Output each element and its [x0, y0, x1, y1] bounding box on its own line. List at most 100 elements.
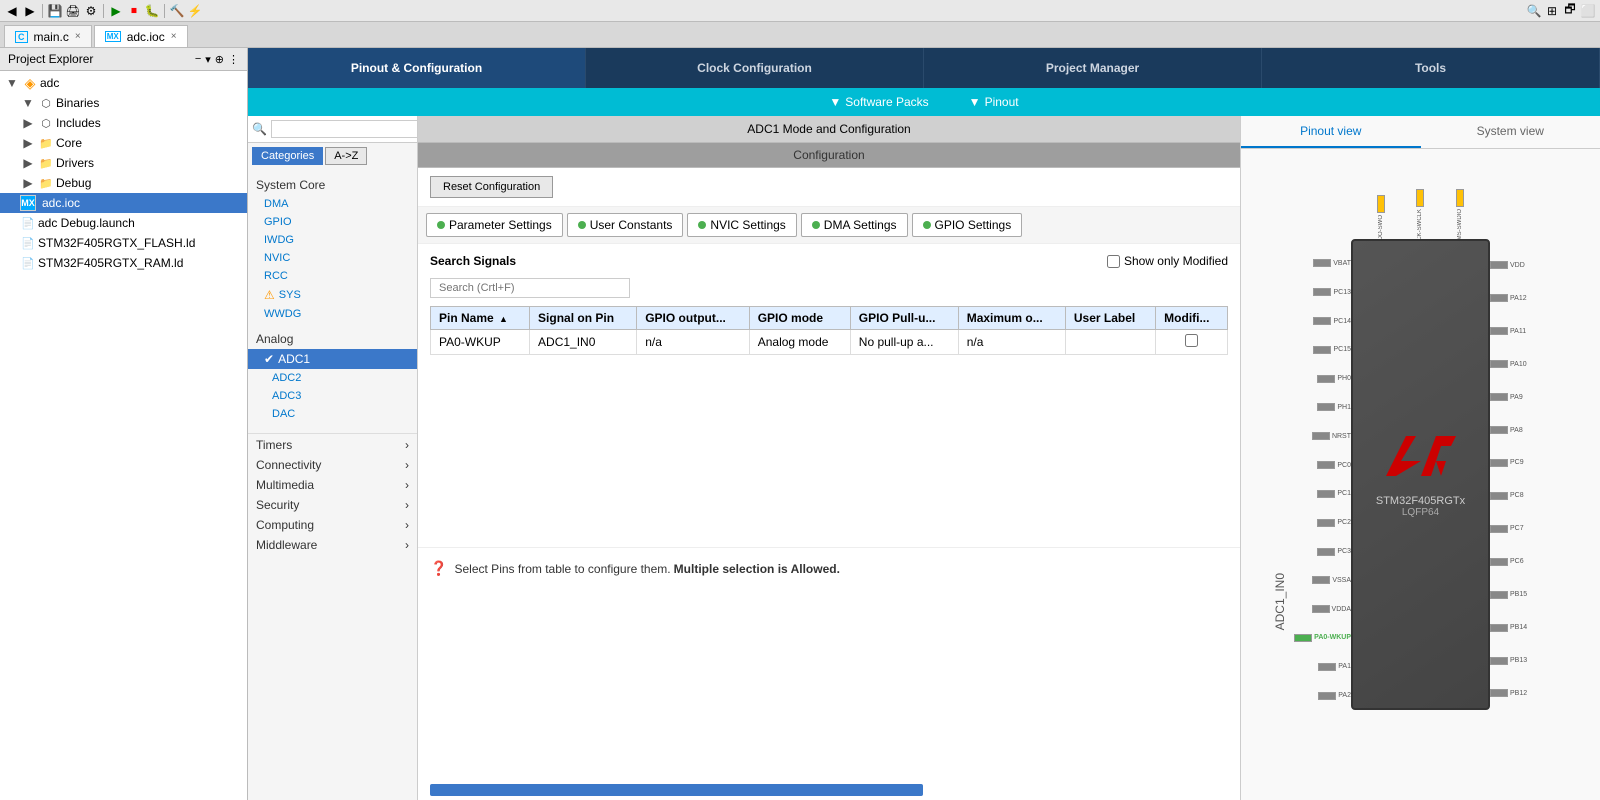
system-core-header[interactable]: System Core [248, 175, 417, 195]
toolbar-icon-stop[interactable]: ⏹ [126, 3, 142, 19]
timers-header[interactable]: Timers › [248, 433, 417, 455]
bottom-scrollbar[interactable] [418, 780, 1240, 800]
cell-gpio-pull: No pull-up a... [850, 330, 958, 355]
tree-item-adc[interactable]: ▼ ◈ adc [0, 73, 247, 93]
toolbar-icon-search[interactable]: 🔍 [1526, 3, 1542, 19]
show-modified-checkbox[interactable] [1107, 255, 1120, 268]
toolbar-icon-forward[interactable]: ▶ [22, 3, 38, 19]
cat-item-rcc[interactable]: RCC [248, 267, 417, 285]
toolbar-icon-print[interactable]: 🖨 [65, 3, 81, 19]
middleware-label: Middleware [256, 538, 317, 552]
col-max-output[interactable]: Maximum o... [958, 307, 1065, 330]
toolbar-icon-save[interactable]: 💾 [47, 3, 63, 19]
tab-main-c-close[interactable]: × [75, 31, 81, 42]
pin-pa10: PA10 [1490, 360, 1527, 368]
toolbar-icon-run[interactable]: ▶ [108, 3, 124, 19]
col-gpio-mode[interactable]: GPIO mode [749, 307, 850, 330]
security-header[interactable]: Security › [248, 495, 417, 515]
nav-tab-clock[interactable]: Clock Configuration [586, 48, 924, 88]
col-modified[interactable]: Modifi... [1156, 307, 1228, 330]
connectivity-header[interactable]: Connectivity › [248, 455, 417, 475]
tree-item-launch[interactable]: 📄 adc Debug.launch [0, 213, 247, 233]
toolbar-icon-window[interactable]: 🗗 [1562, 3, 1578, 19]
cat-item-nvic[interactable]: NVIC [248, 249, 417, 267]
col-signal-on-pin[interactable]: Signal on Pin [530, 307, 637, 330]
toolbar-icon-maximize[interactable]: ⬜ [1580, 3, 1596, 19]
nvic-dot [698, 221, 706, 229]
category-panel: 🔍 ⊕ Categories A->Z System Core DMA GPIO… [248, 116, 418, 800]
toolbar-icon-settings[interactable]: ⚙ [83, 3, 99, 19]
nav-tab-tools[interactable]: Tools [1262, 48, 1600, 88]
sub-nav-software-packs[interactable]: ▼ Software Packs [829, 95, 928, 109]
signal-search-label: Search Signals [430, 254, 516, 268]
cat-item-adc1[interactable]: ✔ ADC1 [248, 349, 417, 369]
chip-logo [1381, 431, 1461, 491]
cat-item-adc2[interactable]: ADC2 [248, 369, 417, 387]
tab-adc-ioc[interactable]: MX adc.ioc × [94, 25, 188, 47]
col-user-label[interactable]: User Label [1065, 307, 1155, 330]
modified-checkbox[interactable] [1185, 334, 1198, 347]
toolbar-icon-debug[interactable]: 🐛 [144, 3, 160, 19]
cat-item-dma[interactable]: DMA [248, 195, 417, 213]
toolbar-icon-flash[interactable]: ⚡ [187, 3, 203, 19]
cat-btn-categories[interactable]: Categories [252, 147, 323, 165]
tab-main-c[interactable]: C main.c × [4, 25, 92, 47]
toolbar-icon-back[interactable]: ◀ [4, 3, 20, 19]
col-gpio-output[interactable]: GPIO output... [637, 307, 750, 330]
tree-item-ram-ld[interactable]: 📄 STM32F405RGTX_RAM.ld [0, 253, 247, 273]
toolbar-icon-build[interactable]: 🔨 [169, 3, 185, 19]
chip-tab-pinout-label: Pinout view [1300, 124, 1361, 138]
multimedia-header[interactable]: Multimedia › [248, 475, 417, 495]
cat-item-iwdg[interactable]: IWDG [248, 231, 417, 249]
col-pin-name[interactable]: Pin Name ▲ [431, 307, 530, 330]
toolbar-icon-layout[interactable]: ⊞ [1544, 3, 1560, 19]
cell-modified[interactable] [1156, 330, 1228, 355]
config-tab-nvic[interactable]: NVIC Settings [687, 213, 796, 237]
nav-tab-project[interactable]: Project Manager [924, 48, 1262, 88]
explorer-more-icon[interactable]: ⋮ [228, 53, 239, 66]
middleware-header[interactable]: Middleware › [248, 535, 417, 555]
pin-pb14: PB14 [1490, 624, 1527, 632]
reset-config-button[interactable]: Reset Configuration [430, 176, 553, 198]
computing-header[interactable]: Computing › [248, 515, 417, 535]
col-user-label-label: User Label [1074, 311, 1135, 325]
chip-tab-pinout[interactable]: Pinout view [1241, 116, 1421, 148]
config-tab-parameter[interactable]: Parameter Settings [426, 213, 563, 237]
tree-label-launch: adc Debug.launch [38, 216, 135, 230]
explorer-menu-icon[interactable]: ▾ [205, 53, 211, 66]
category-search-input[interactable] [271, 120, 418, 138]
tree-item-adc-ioc[interactable]: MX adc.ioc [0, 193, 247, 213]
tab-adc-ioc-close[interactable]: × [171, 31, 177, 42]
cat-item-adc3[interactable]: ADC3 [248, 387, 417, 405]
tree-item-drivers[interactable]: ▶ 📁 Drivers [0, 153, 247, 173]
signal-search-input[interactable] [430, 278, 630, 298]
signal-table-container: Pin Name ▲ Signal on Pin GPIO output... [418, 306, 1240, 355]
analog-header[interactable]: Analog [248, 329, 417, 349]
tree-item-flash-ld[interactable]: 📄 STM32F405RGTX_FLASH.ld [0, 233, 247, 253]
nav-tab-pinout[interactable]: Pinout & Configuration [248, 48, 586, 88]
config-tab-gpio[interactable]: GPIO Settings [912, 213, 1023, 237]
pin-pc9: PC9 [1490, 459, 1524, 467]
tree-item-binaries[interactable]: ▼ ⬡ Binaries [0, 93, 247, 113]
right-pins: VDD PA12 PA11 PA10 PA9 PA8 PC9 PC8 PC7 P… [1490, 249, 1570, 710]
dma-dot [812, 221, 820, 229]
scroll-hint-bar[interactable] [430, 784, 923, 796]
explorer-filter-icon[interactable]: ⊕ [215, 53, 224, 66]
cat-item-wwdg[interactable]: WWDG [248, 305, 417, 323]
col-gpio-pull[interactable]: GPIO Pull-u... [850, 307, 958, 330]
config-tab-user-constants[interactable]: User Constants [567, 213, 684, 237]
tree-item-core[interactable]: ▶ 📁 Core [0, 133, 247, 153]
chip-tab-system[interactable]: System view [1421, 116, 1600, 148]
tree-item-debug[interactable]: ▶ 📁 Debug [0, 173, 247, 193]
sub-nav-pinout[interactable]: ▼ Pinout [969, 95, 1019, 109]
tree-item-includes[interactable]: ▶ ⬡ Includes [0, 113, 247, 133]
tab-adc-ioc-icon: MX [105, 31, 121, 42]
binaries-icon: ⬡ [38, 95, 54, 111]
table-row[interactable]: PA0-WKUP ADC1_IN0 n/a Analog mode No pul… [431, 330, 1228, 355]
cat-btn-az[interactable]: A->Z [325, 147, 367, 165]
cat-item-dac[interactable]: DAC [248, 405, 417, 423]
explorer-collapse-icon[interactable]: − [195, 53, 201, 66]
cat-item-gpio[interactable]: GPIO [248, 213, 417, 231]
config-tab-dma[interactable]: DMA Settings [801, 213, 908, 237]
cat-item-sys[interactable]: ⚠SYS [248, 285, 417, 305]
